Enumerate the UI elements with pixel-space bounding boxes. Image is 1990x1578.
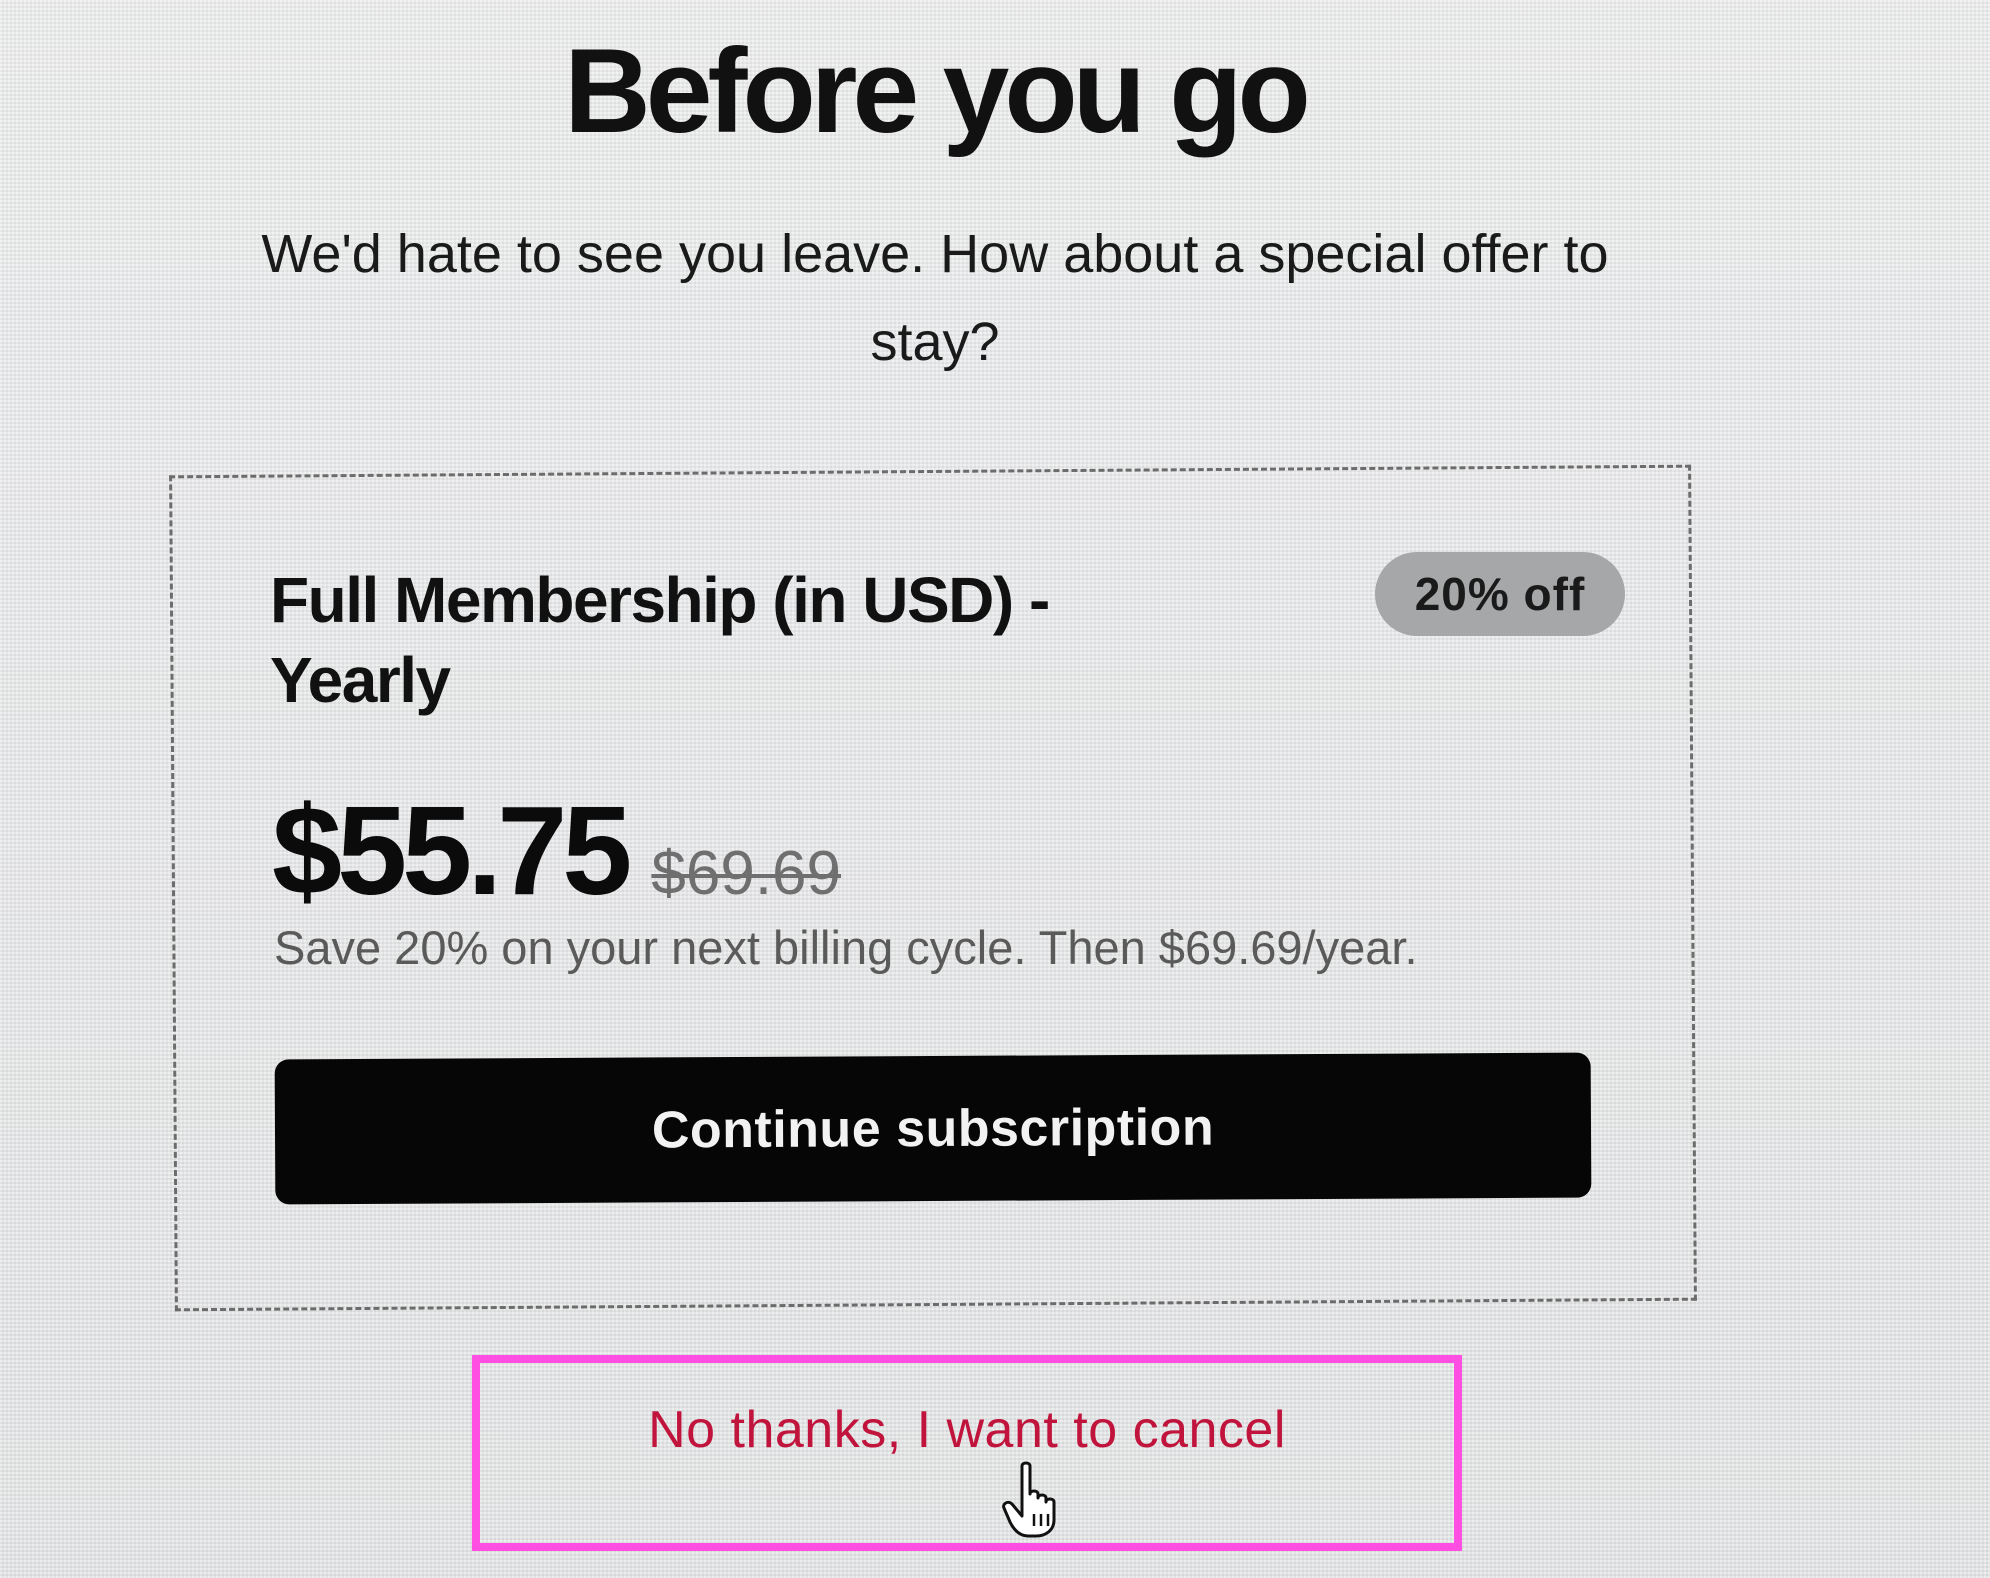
plan-name: Full Membership (in USD) - Yearly <box>270 564 1050 716</box>
discount-badge: 20% off <box>1375 552 1625 636</box>
page-subtitle: We'd hate to see you leave. How about a … <box>261 224 1609 372</box>
retention-page: Before you go We'd hate to see you leave… <box>0 0 1990 1578</box>
continue-subscription-button[interactable]: Continue subscription <box>274 1052 1592 1205</box>
price-row: $55.75 $69.69 <box>272 778 841 923</box>
page-title: Before you go <box>564 24 1311 158</box>
hand-pointer-icon <box>1002 1461 1056 1538</box>
price-current: $55.75 <box>272 780 632 921</box>
billing-note: Save 20% on your next billing cycle. The… <box>274 921 1418 974</box>
cancel-link[interactable]: No thanks, I want to cancel <box>480 1400 1454 1460</box>
price-original: $69.69 <box>651 839 842 908</box>
